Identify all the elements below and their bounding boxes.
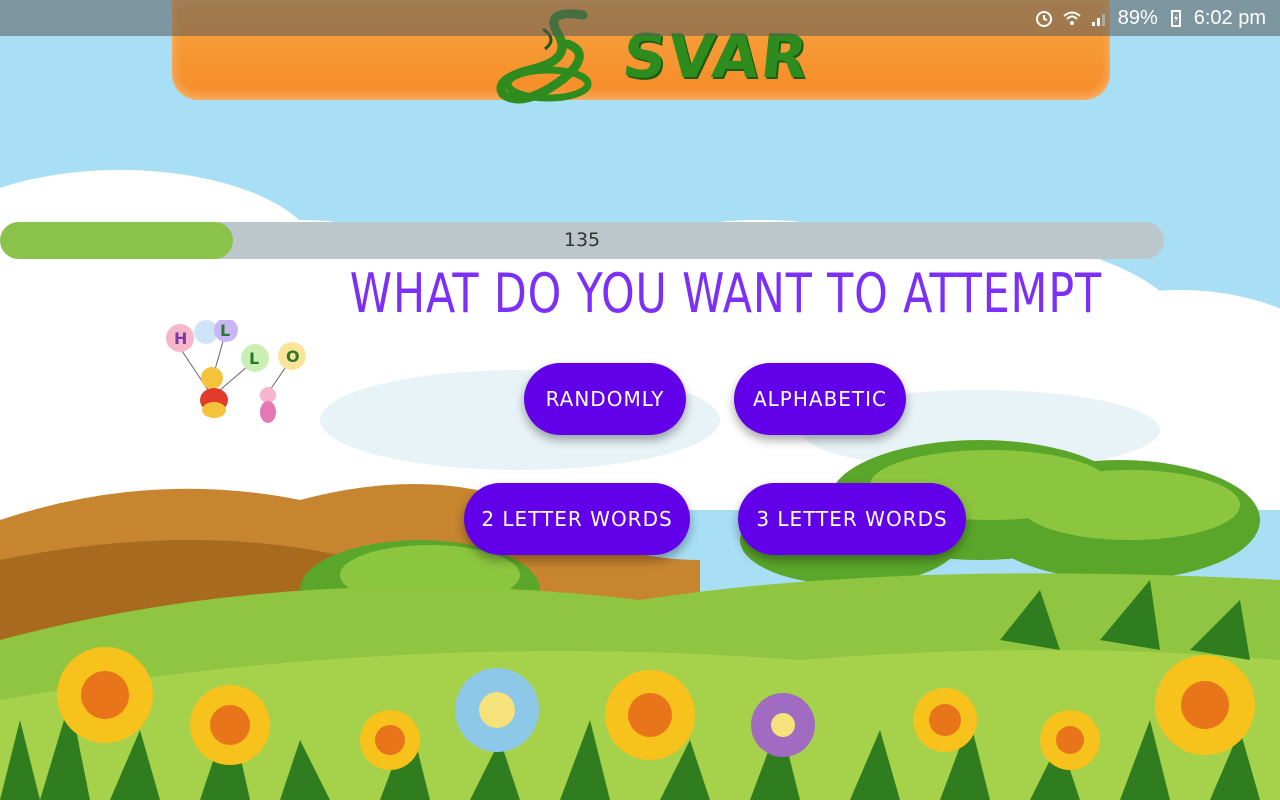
balloon-letter-h: H <box>174 329 187 348</box>
wifi-icon <box>1062 8 1082 28</box>
question-heading: WHAT DO YOU WANT TO ATTEMPT <box>349 262 1102 325</box>
progress-bar: 135 <box>0 222 1164 259</box>
two-letter-words-button[interactable]: 2 LETTER WORDS <box>464 483 690 555</box>
battery-charging-icon <box>1166 8 1186 28</box>
balloon-letter-l1: L <box>220 321 230 340</box>
balloon-letter-l2: L <box>249 349 259 368</box>
status-bar: 89% 6:02 pm <box>0 0 1280 36</box>
randomly-button[interactable]: RANDOMLY <box>524 363 686 435</box>
battery-percent: 89% <box>1117 6 1158 29</box>
signal-icon <box>1090 8 1110 28</box>
three-letter-words-button[interactable]: 3 LETTER WORDS <box>738 483 966 555</box>
hello-balloons-illustration: H L L O <box>166 320 306 423</box>
alphabetic-button[interactable]: ALPHABETIC <box>734 363 906 435</box>
balloon-letter-o: O <box>286 347 300 366</box>
alarm-icon <box>1034 8 1054 28</box>
progress-value: 135 <box>563 229 601 251</box>
clock-time: 6:02 pm <box>1193 6 1266 29</box>
